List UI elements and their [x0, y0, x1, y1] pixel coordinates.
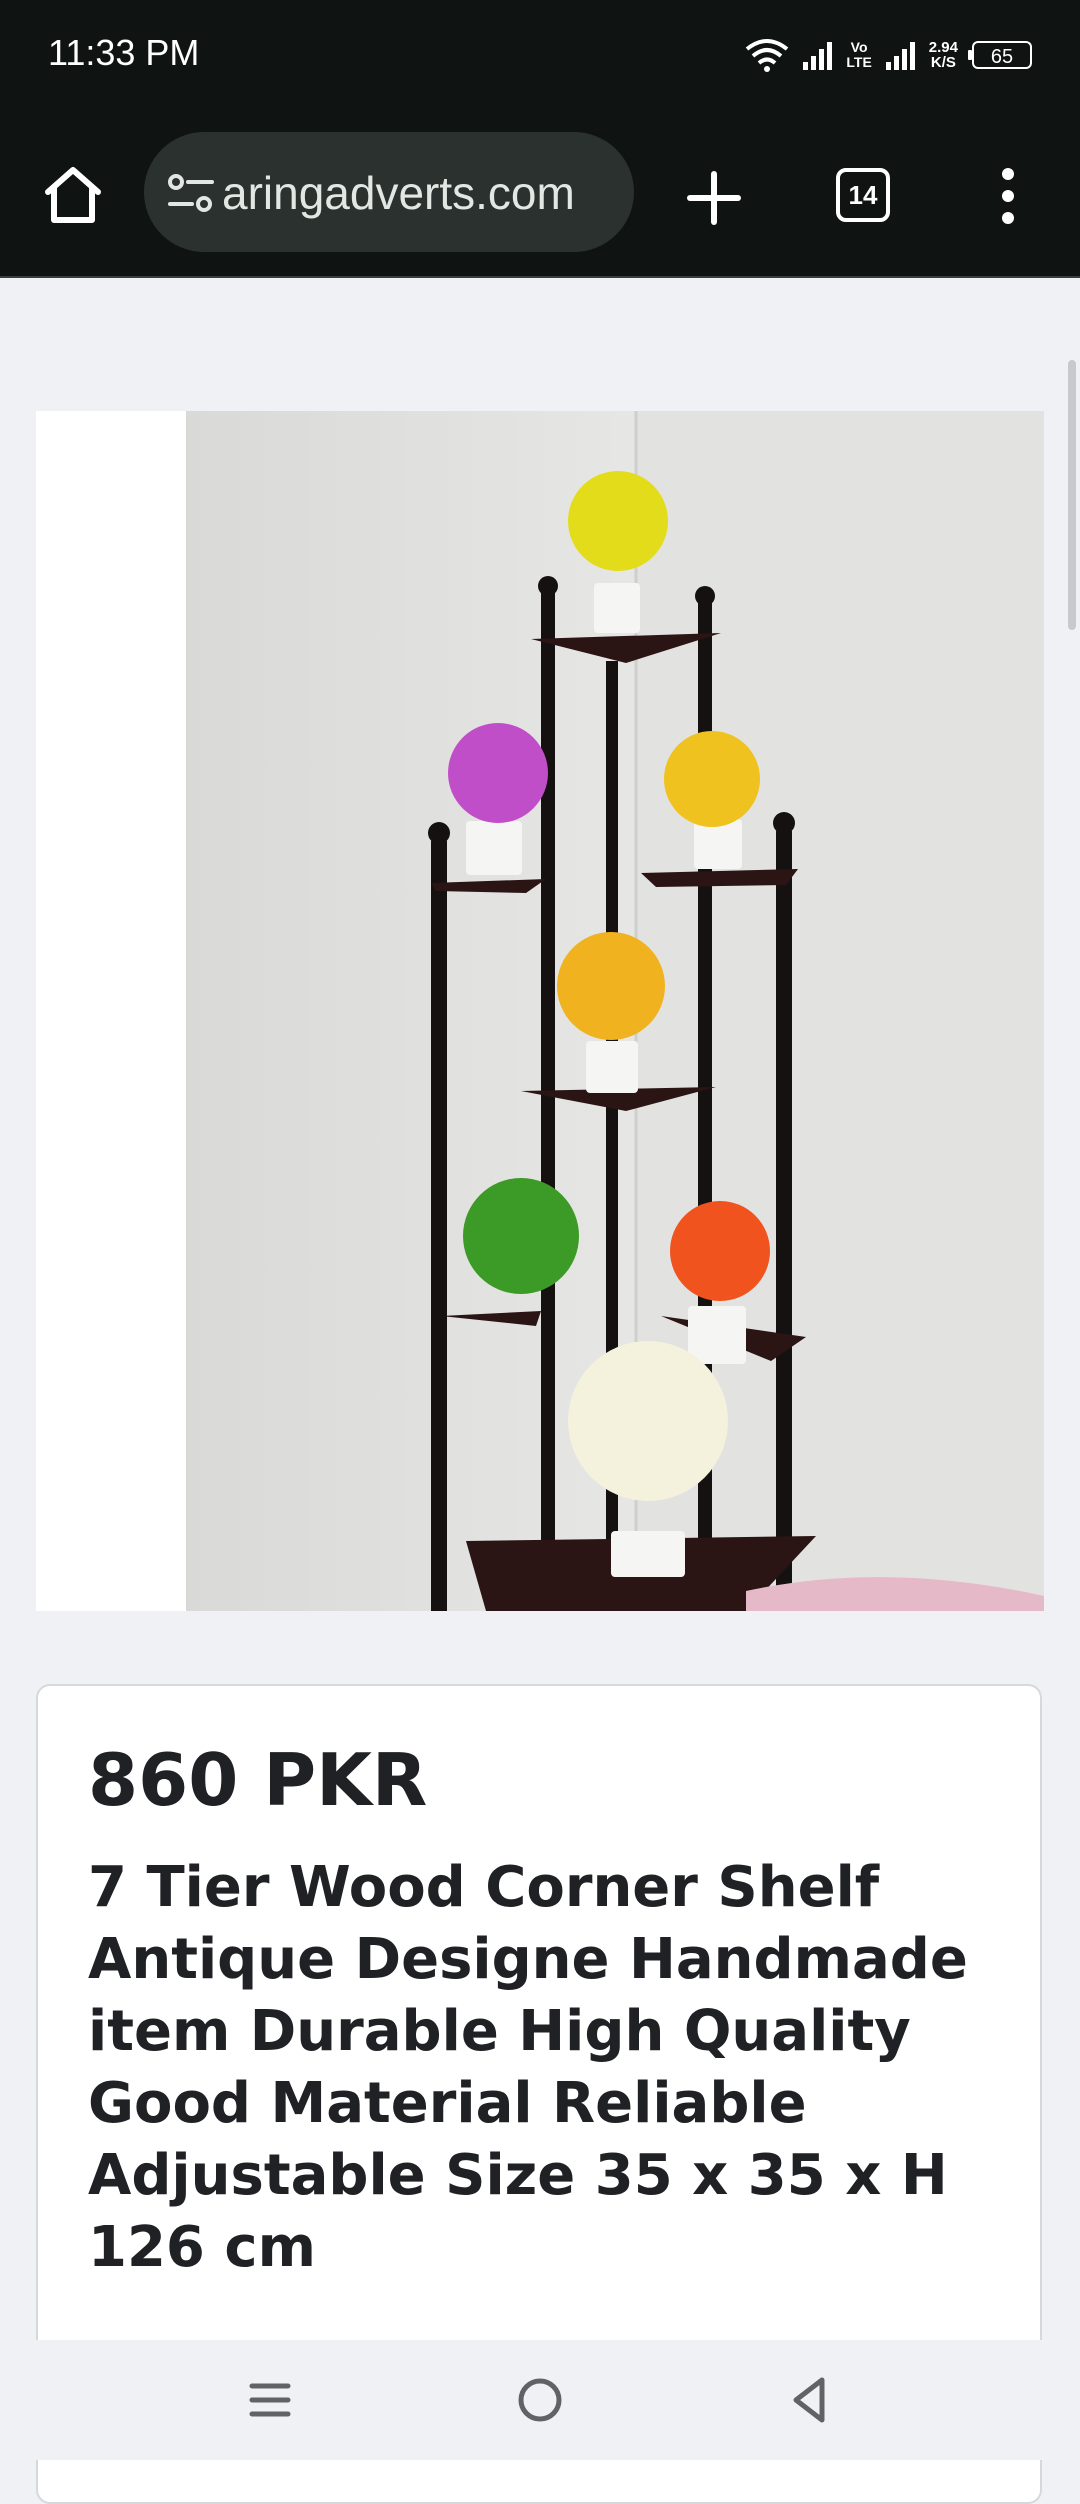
system-nav-bar: [0, 2340, 1080, 2460]
signal-icon-1: [803, 40, 833, 70]
volte-label-bottom: LTE: [846, 54, 872, 70]
network-speed: 2.94 K/S: [929, 40, 958, 70]
product-image[interactable]: [36, 411, 1044, 1611]
battery-icon: 65: [968, 41, 1032, 69]
triangle-back-icon[interactable]: [780, 2370, 840, 2430]
product-title: 7 Tier Wood Corner Shelf Antique Designe…: [88, 1855, 968, 2280]
wifi-icon: [746, 39, 789, 72]
status-bar: 11:33 PM Vo LTE 2.94 K/S 65: [0, 0, 1080, 110]
browser-toolbar: aringadverts.com 14: [0, 110, 1080, 278]
product-price: 860 PKR: [88, 1738, 428, 1822]
url-text[interactable]: aringadverts.com: [222, 166, 575, 220]
menu-lines-icon[interactable]: [240, 2370, 300, 2430]
url-bar[interactable]: aringadverts.com: [144, 132, 634, 252]
status-time: 11:33 PM: [48, 32, 200, 73]
circle-home-icon[interactable]: [510, 2370, 570, 2430]
more-vert-icon[interactable]: [1000, 168, 1016, 228]
speed-value: 2.94: [928, 39, 958, 56]
status-icons: Vo LTE 2.94 K/S 65: [745, 30, 1032, 80]
speed-unit: K/S: [930, 54, 956, 71]
product-photo: [186, 411, 1044, 1611]
volte-label-top: Vo: [850, 39, 868, 55]
home-icon[interactable]: [40, 162, 106, 228]
plus-icon[interactable]: [686, 170, 742, 226]
page-scrollbar[interactable]: [1068, 360, 1076, 630]
tune-icon[interactable]: [166, 172, 216, 214]
signal-icon-2: [885, 40, 915, 70]
volte-indicator: Vo LTE: [846, 40, 871, 70]
tab-switcher-icon[interactable]: 14: [836, 168, 890, 222]
